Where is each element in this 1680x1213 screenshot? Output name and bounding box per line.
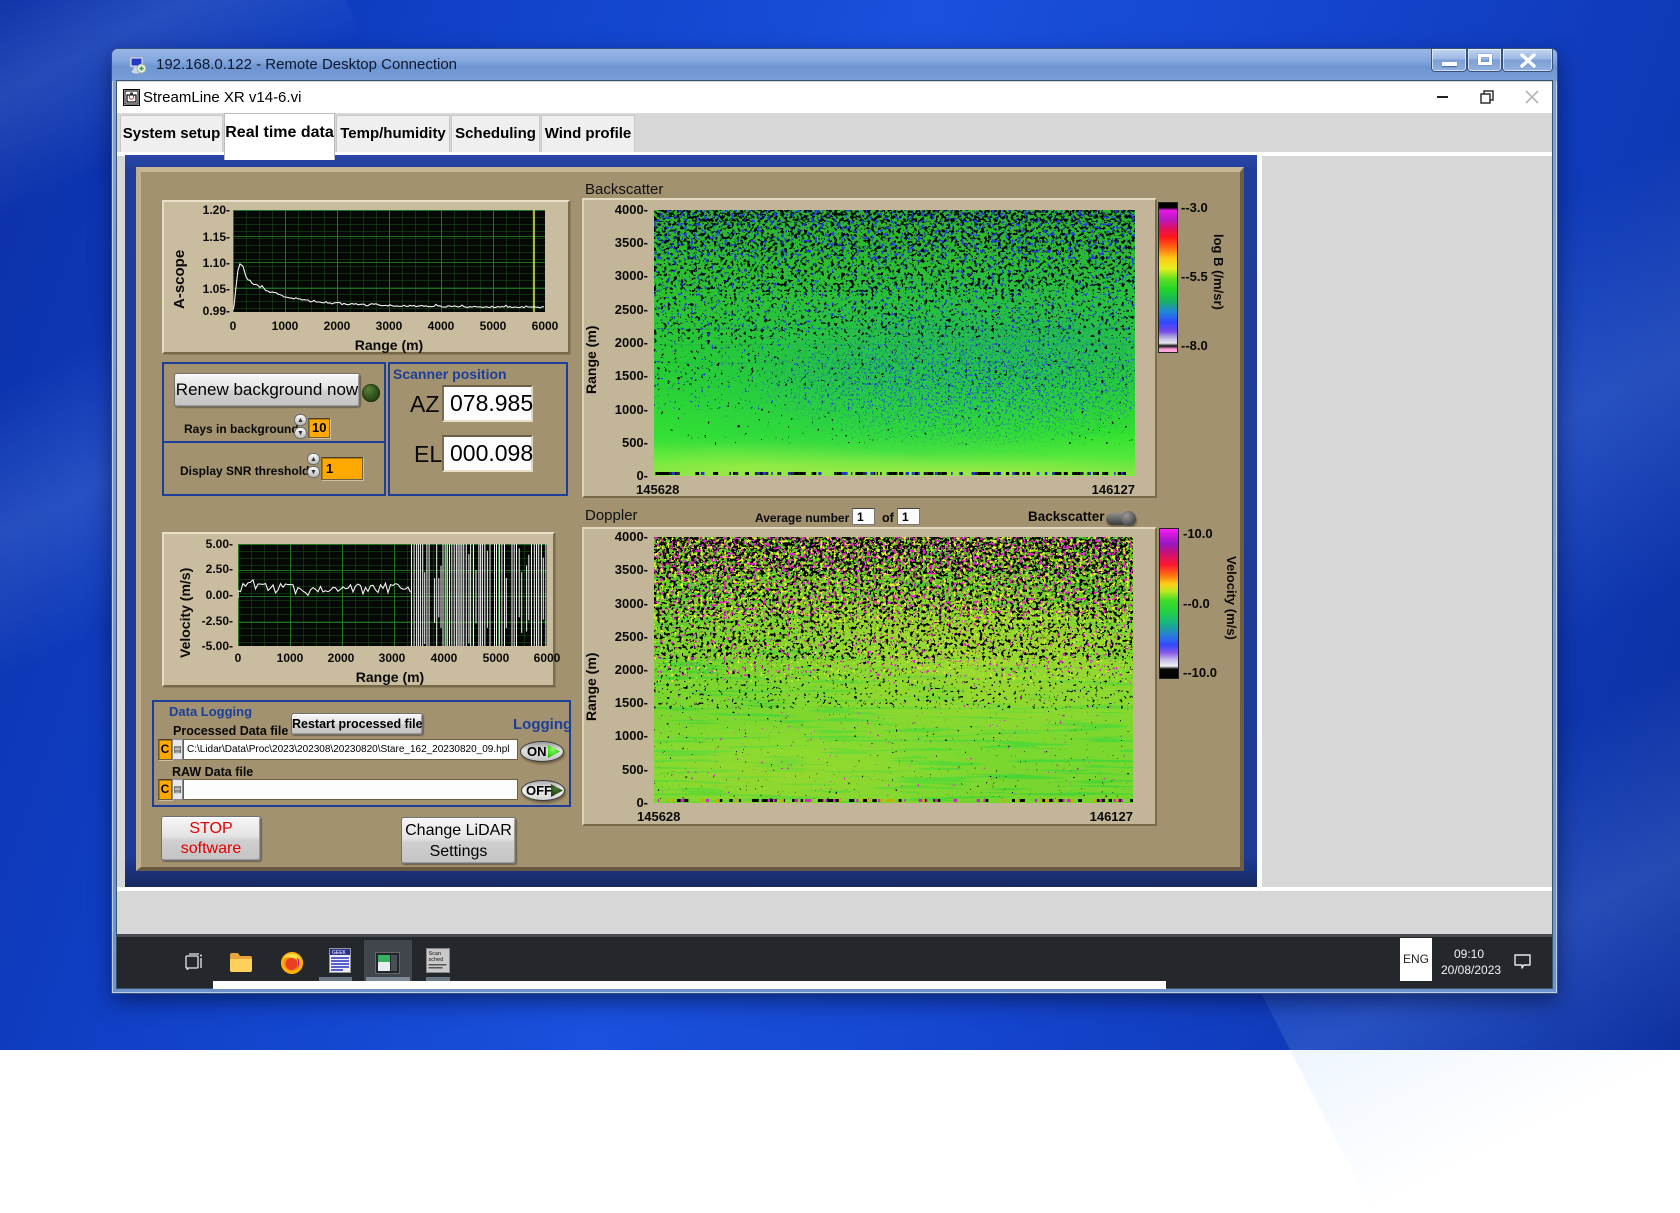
- svg-text:GEEK: GEEK: [332, 950, 347, 956]
- svg-text:sched: sched: [429, 957, 444, 963]
